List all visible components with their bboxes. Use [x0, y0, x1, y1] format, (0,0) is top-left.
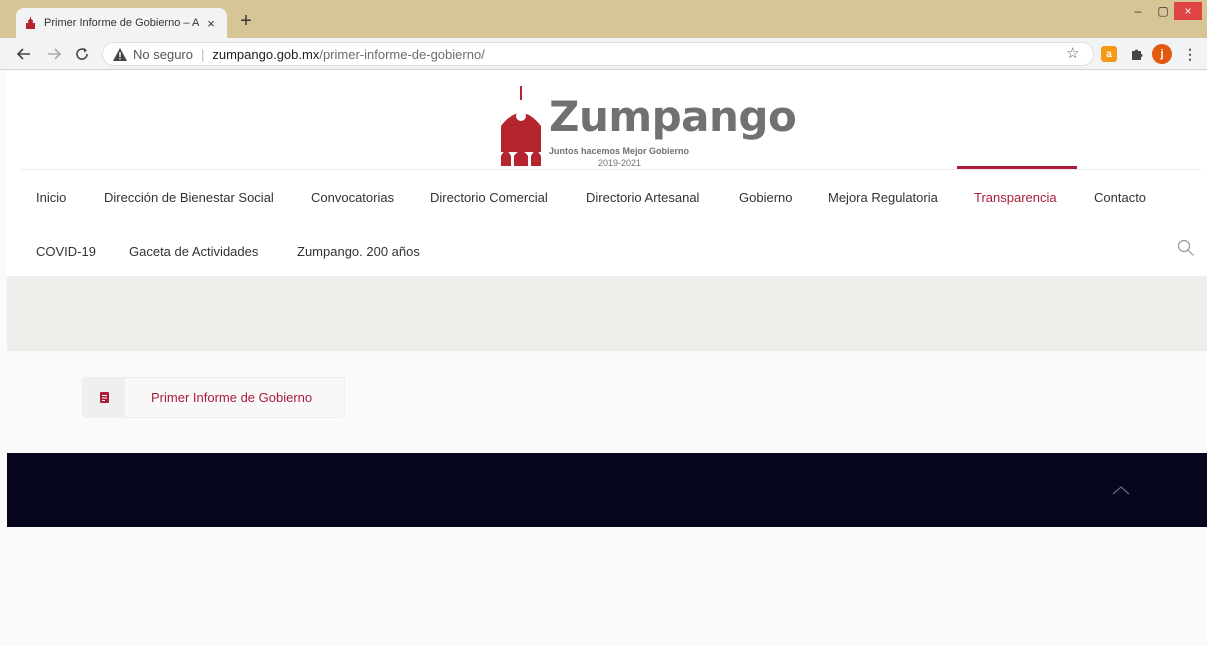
nav-item-mejora-regulatoria[interactable]: Mejora Regulatoria	[828, 190, 938, 205]
url-path: /primer-informe-de-gobierno/	[319, 46, 485, 62]
web-page: Zumpango Juntos hacemos Mejor Gobierno 2…	[7, 71, 1207, 646]
browser-toolbar: No seguro | zumpango.gob.mx /primer-info…	[0, 38, 1207, 70]
logo-years: 2019-2021	[598, 158, 642, 168]
document-link-label[interactable]: Primer Informe de Gobierno	[151, 390, 312, 405]
content-area: Primer Informe de Gobierno	[7, 351, 1207, 453]
logo-tagline: Juntos hacemos Mejor Gobierno	[549, 146, 690, 156]
nav-item-gobierno[interactable]: Gobierno	[739, 190, 792, 205]
tab-title: Primer Informe de Gobierno – Ay	[44, 17, 199, 29]
browser-tab-strip: Primer Informe de Gobierno – Ay × + – ▢ …	[0, 0, 1207, 38]
arrow-right-icon	[48, 48, 61, 60]
extensions-puzzle-icon[interactable]	[1128, 46, 1144, 62]
document-icon-box	[83, 378, 125, 417]
nav-item-directorio-comercial[interactable]: Directorio Comercial	[430, 190, 548, 205]
nav-item-inicio[interactable]: Inicio	[36, 190, 66, 205]
nav-item-zumpango-200-anos[interactable]: Zumpango. 200 años	[297, 244, 420, 259]
document-icon	[99, 392, 109, 403]
address-bar[interactable]: No seguro | zumpango.gob.mx /primer-info…	[102, 42, 1094, 66]
window-close-button[interactable]: ×	[1174, 2, 1202, 20]
search-icon[interactable]	[1177, 239, 1195, 257]
browser-menu-icon[interactable]: ⋮	[1182, 46, 1198, 62]
header-divider	[21, 169, 1201, 170]
active-nav-indicator	[957, 166, 1077, 169]
bookmark-star-icon[interactable]: ☆	[1066, 44, 1079, 62]
page-bottom-area	[7, 527, 1207, 646]
extension-icon[interactable]: a	[1101, 46, 1117, 62]
reload-button[interactable]	[72, 44, 92, 64]
reload-icon	[76, 48, 88, 60]
profile-avatar[interactable]: j	[1152, 44, 1172, 64]
chevron-up-icon[interactable]	[1111, 483, 1131, 497]
site-footer	[7, 453, 1207, 527]
document-link-card[interactable]: Primer Informe de Gobierno	[82, 377, 345, 418]
url-host: zumpango.gob.mx	[212, 46, 320, 62]
window-minimize-button[interactable]: –	[1124, 0, 1152, 22]
nav-item-directorio-artesanal[interactable]: Directorio Artesanal	[586, 190, 699, 205]
browser-tab[interactable]: Primer Informe de Gobierno – Ay ×	[16, 8, 227, 38]
nav-item-covid-19[interactable]: COVID-19	[36, 244, 96, 259]
arrow-left-icon	[17, 48, 30, 60]
site-logo[interactable]: Zumpango Juntos hacemos Mejor Gobierno 2…	[497, 86, 797, 168]
nav-item-contacto[interactable]: Contacto	[1094, 190, 1146, 205]
page-title-band	[7, 276, 1207, 351]
nav-item-bienestar-social[interactable]: Dirección de Bienestar Social	[104, 190, 274, 205]
back-button[interactable]	[14, 44, 34, 64]
nav-item-gaceta-actividades[interactable]: Gaceta de Actividades	[129, 244, 258, 259]
window-maximize-button[interactable]: ▢	[1152, 0, 1174, 22]
address-separator: |	[200, 46, 205, 62]
church-logo-icon	[501, 86, 541, 166]
warning-icon	[113, 47, 127, 61]
nav-item-convocatorias[interactable]: Convocatorias	[311, 190, 394, 205]
logo-name: Zumpango	[549, 92, 797, 141]
nav-item-transparencia[interactable]: Transparencia	[974, 190, 1057, 205]
security-status[interactable]: No seguro	[133, 47, 193, 62]
zumpango-favicon-icon	[24, 17, 36, 29]
tab-close-icon[interactable]: ×	[203, 16, 219, 31]
forward-button[interactable]	[44, 44, 64, 64]
new-tab-button[interactable]: +	[236, 11, 256, 31]
